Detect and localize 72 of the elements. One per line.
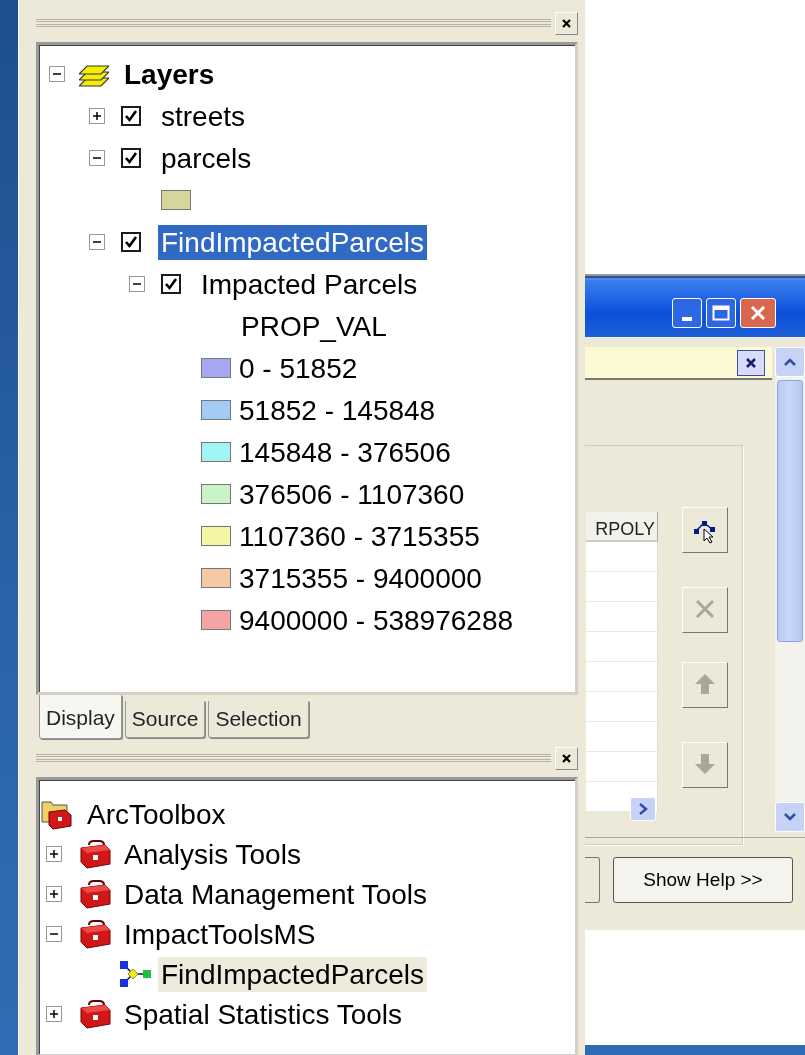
layer-name[interactable]: Impacted Parcels	[198, 266, 421, 302]
layer-name[interactable]: streets	[158, 98, 249, 134]
class-range: 1107360 - 3715355	[238, 519, 481, 554]
table-cell[interactable]	[586, 602, 658, 632]
table-cell[interactable]	[586, 692, 658, 722]
checkbox[interactable]	[121, 106, 141, 126]
tab[interactable]: Selection	[208, 701, 309, 738]
checkbox[interactable]	[121, 232, 141, 252]
table-cell[interactable]	[586, 572, 658, 602]
close-button[interactable]	[737, 350, 765, 376]
minimize-button[interactable]	[672, 298, 702, 328]
scroll-thumb[interactable]	[777, 380, 803, 642]
grip-handle[interactable]	[36, 754, 551, 762]
toolbox-icon	[79, 919, 111, 949]
table-cell[interactable]	[586, 752, 658, 782]
tab[interactable]: Source	[124, 701, 206, 738]
show-help-button[interactable]: Show Help >>	[613, 857, 793, 903]
class-range: 376506 - 1107360	[238, 477, 466, 512]
chevron-down-icon	[783, 812, 797, 822]
tab[interactable]: Display	[39, 695, 122, 739]
expand-icon[interactable]	[46, 1006, 62, 1022]
layers-title[interactable]: Layers	[121, 56, 218, 92]
toolbox-name[interactable]: Data Management Tools	[121, 876, 430, 912]
collapse-icon[interactable]	[49, 66, 65, 82]
layer-name[interactable]: FindImpactedParcels	[158, 224, 427, 260]
close-icon	[749, 304, 767, 322]
close-icon	[745, 357, 757, 369]
maximize-button[interactable]	[706, 298, 736, 328]
scrollbar[interactable]	[775, 347, 805, 832]
toolbox-name[interactable]: Analysis Tools	[121, 836, 304, 872]
layer-name[interactable]: parcels	[158, 140, 255, 176]
class-range: 3715355 - 9400000	[238, 561, 483, 596]
expand-icon[interactable]	[46, 846, 62, 862]
minimize-icon	[682, 317, 692, 321]
expand-icon[interactable]	[46, 886, 62, 902]
chevron-up-icon	[783, 357, 797, 367]
close-icon	[561, 752, 572, 764]
collapse-icon[interactable]	[129, 276, 145, 292]
model-icon	[119, 960, 152, 988]
close-icon	[561, 17, 572, 29]
table-cell[interactable]	[586, 632, 658, 662]
button[interactable]	[585, 857, 600, 903]
class-range: 145848 - 376506	[238, 435, 452, 470]
class-range: 0 - 51852	[238, 351, 359, 386]
expand-icon[interactable]	[89, 108, 105, 124]
table-cell[interactable]	[586, 722, 658, 752]
grip-handle[interactable]	[36, 19, 551, 27]
table-cell[interactable]	[586, 542, 658, 572]
collapse-icon[interactable]	[89, 234, 105, 250]
scroll-up-button[interactable]	[775, 347, 805, 377]
field-name: PROP_VAL	[240, 309, 388, 344]
checkbox[interactable]	[121, 148, 141, 168]
toolbox-folder-icon	[41, 798, 72, 830]
checkbox[interactable]	[161, 274, 181, 294]
toolbox-name[interactable]: ImpactToolsMS	[121, 916, 319, 952]
maximize-icon	[712, 305, 730, 321]
toolbox-root[interactable]: ArcToolbox	[84, 796, 229, 832]
toolbox-name[interactable]: Spatial Statistics Tools	[121, 996, 406, 1032]
class-range: 51852 - 145848	[238, 393, 437, 428]
tool-button[interactable]	[682, 507, 728, 553]
toolbox-icon	[79, 999, 111, 1029]
collapse-icon[interactable]	[46, 926, 62, 942]
column-header[interactable]: RPOLY	[586, 512, 658, 542]
table-cell[interactable]	[586, 662, 658, 692]
chevron-right-icon	[638, 802, 648, 816]
scroll-right-button[interactable]	[630, 797, 656, 821]
scroll-down-button[interactable]	[775, 802, 805, 832]
toolbox-icon	[79, 839, 111, 869]
collapse-icon[interactable]	[89, 150, 105, 166]
toolbox-icon	[79, 879, 111, 909]
class-range: 9400000 - 538976288	[238, 603, 515, 638]
model-tool[interactable]: FindImpactedParcels	[158, 956, 427, 992]
